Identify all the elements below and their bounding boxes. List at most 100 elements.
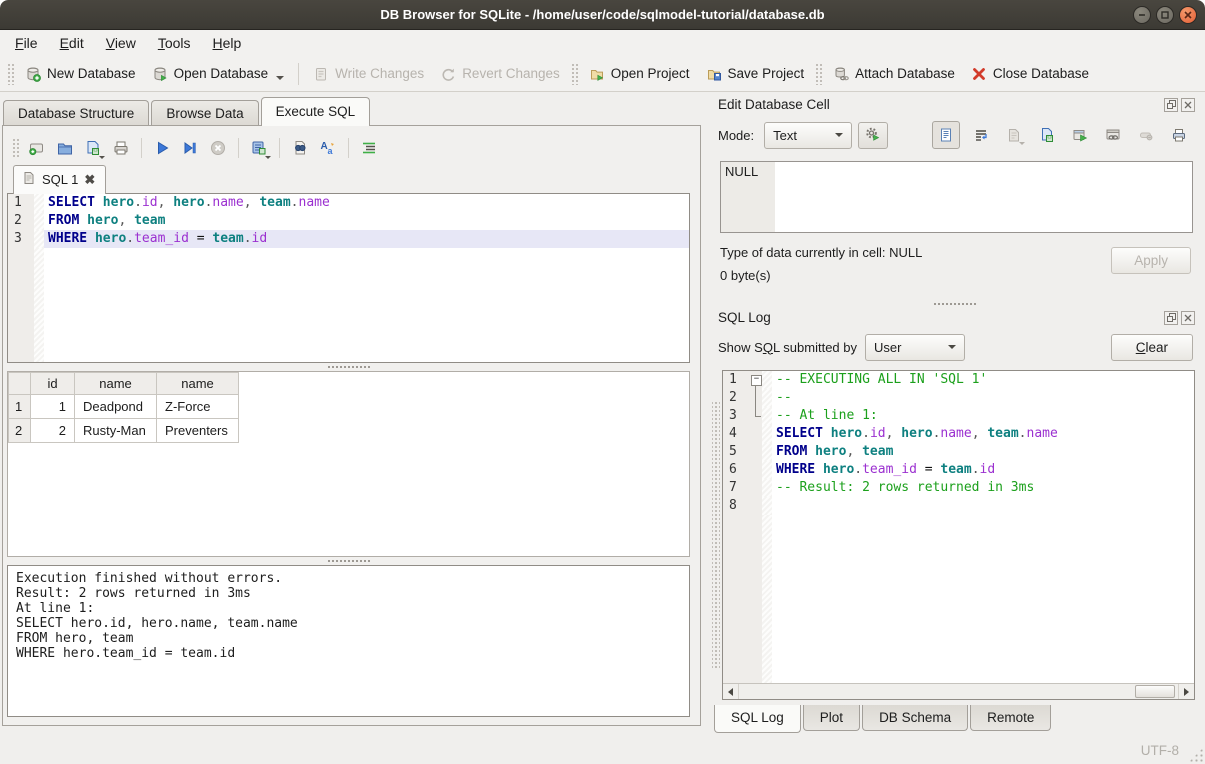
menu-help[interactable]: Help bbox=[202, 32, 253, 54]
fold-marker[interactable] bbox=[749, 425, 762, 443]
cell-team-name[interactable]: Z-Force bbox=[157, 395, 239, 419]
fold-marker[interactable] bbox=[749, 461, 762, 479]
cell-id[interactable]: 1 bbox=[31, 395, 75, 419]
results-column-header[interactable]: name bbox=[75, 373, 157, 395]
print-cell-icon[interactable] bbox=[1167, 123, 1191, 147]
cell-value-editor[interactable]: NULL bbox=[720, 161, 1193, 233]
results-row[interactable]: 1 1 Deadpond Z-Force bbox=[9, 395, 239, 419]
save-file-icon[interactable] bbox=[1035, 123, 1059, 147]
cell-hero-name[interactable]: Rusty-Man bbox=[75, 419, 157, 443]
submitted-by-select[interactable]: User bbox=[865, 334, 965, 361]
mode-select[interactable]: Text bbox=[764, 122, 852, 149]
text-mode-icon[interactable] bbox=[932, 121, 960, 149]
close-panel-icon[interactable] bbox=[1181, 98, 1195, 112]
open-project-button[interactable]: Open Project bbox=[581, 62, 698, 86]
results-log-splitter[interactable] bbox=[7, 557, 690, 565]
write-changes-icon bbox=[313, 66, 329, 82]
clear-button[interactable]: Clear bbox=[1111, 334, 1193, 361]
sql-log-empty-area[interactable] bbox=[723, 515, 1194, 683]
horizontal-scrollbar[interactable] bbox=[723, 683, 1194, 699]
close-button[interactable] bbox=[1179, 6, 1197, 24]
fold-marker[interactable] bbox=[749, 389, 762, 407]
open-database-dropdown-caret[interactable] bbox=[276, 76, 284, 80]
scroll-thumb[interactable] bbox=[1135, 685, 1175, 698]
execution-log[interactable]: Execution finished without errors. Resul… bbox=[7, 565, 690, 717]
find-button[interactable] bbox=[287, 135, 313, 161]
export-dropdown-caret[interactable] bbox=[265, 156, 271, 159]
results-grid[interactable]: id name name 1 1 Deadpond bbox=[7, 371, 690, 557]
fold-marker[interactable] bbox=[749, 443, 762, 461]
cell-id[interactable]: 2 bbox=[31, 419, 75, 443]
tab-remote[interactable]: Remote bbox=[970, 705, 1051, 731]
menu-tools[interactable]: Tools bbox=[147, 32, 202, 54]
toolbar-drag-handle[interactable] bbox=[12, 138, 19, 158]
save-project-button[interactable]: Save Project bbox=[698, 62, 813, 86]
results-column-header[interactable]: name bbox=[157, 373, 239, 395]
sql-editor-line: 3 WHERE hero.team_id = team.id bbox=[8, 230, 689, 248]
format-sql-button[interactable] bbox=[356, 135, 382, 161]
tab-plot[interactable]: Plot bbox=[803, 705, 860, 731]
menu-view[interactable]: View bbox=[95, 32, 147, 54]
scroll-right-arrow[interactable] bbox=[1178, 684, 1194, 699]
toolbar-drag-handle[interactable] bbox=[7, 63, 14, 85]
scroll-track[interactable] bbox=[739, 684, 1178, 699]
results-header-row: id name name bbox=[9, 373, 239, 395]
tab-sql-log[interactable]: SQL Log bbox=[714, 705, 801, 733]
close-panel-icon[interactable] bbox=[1181, 311, 1195, 325]
menu-file[interactable]: File bbox=[4, 32, 49, 54]
attach-database-button[interactable]: Attach Database bbox=[825, 62, 963, 86]
open-database-button[interactable]: Open Database bbox=[144, 62, 293, 86]
sql-file-tab[interactable]: SQL 1 ✖ bbox=[13, 165, 106, 194]
execute-all-button[interactable] bbox=[149, 135, 175, 161]
auto-apply-button[interactable] bbox=[858, 122, 888, 149]
save-dropdown-caret[interactable] bbox=[99, 156, 105, 159]
sql-file-tab-close-icon[interactable]: ✖ bbox=[84, 172, 95, 188]
fold-marker[interactable] bbox=[749, 479, 762, 497]
sql-editor-empty-area[interactable] bbox=[8, 248, 689, 362]
results-corner-header[interactable] bbox=[9, 373, 31, 395]
toolbar-drag-handle[interactable] bbox=[815, 63, 822, 85]
execute-current-line-button[interactable] bbox=[177, 135, 203, 161]
cell-team-name[interactable]: Preventers bbox=[157, 419, 239, 443]
fold-marker[interactable] bbox=[749, 371, 762, 389]
float-panel-icon[interactable] bbox=[1164, 98, 1178, 112]
maximize-button[interactable] bbox=[1156, 6, 1174, 24]
dock-splitter[interactable] bbox=[712, 303, 1197, 305]
new-database-button[interactable]: New Database bbox=[17, 62, 144, 86]
revert-changes-button: Revert Changes bbox=[432, 62, 568, 86]
link-cell-icon[interactable] bbox=[1101, 123, 1125, 147]
float-panel-icon[interactable] bbox=[1164, 311, 1178, 325]
fold-marker[interactable] bbox=[749, 407, 762, 425]
export-results-button[interactable] bbox=[246, 135, 272, 161]
cell-hero-name[interactable]: Deadpond bbox=[75, 395, 157, 419]
export-cell-icon[interactable] bbox=[1068, 123, 1092, 147]
line-number: 5 bbox=[723, 443, 749, 461]
editor-results-splitter[interactable] bbox=[7, 363, 690, 371]
sql-log-line: 4 SELECT hero.id, hero.name, team.name bbox=[723, 425, 1194, 443]
tab-browse-data[interactable]: Browse Data bbox=[151, 100, 258, 126]
results-column-header[interactable]: id bbox=[31, 373, 75, 395]
find-replace-button[interactable]: Aa bbox=[315, 135, 341, 161]
execution-log-line: Execution finished without errors. bbox=[16, 571, 681, 586]
sql-editor[interactable]: 1 SELECT hero.id, hero.name, team.name 2… bbox=[7, 193, 690, 363]
scroll-left-arrow[interactable] bbox=[723, 684, 739, 699]
results-row[interactable]: 2 2 Rusty-Man Preventers bbox=[9, 419, 239, 443]
menu-edit[interactable]: Edit bbox=[49, 32, 95, 54]
tab-db-schema[interactable]: DB Schema bbox=[862, 705, 968, 731]
close-database-button[interactable]: Close Database bbox=[963, 62, 1097, 86]
titlebar[interactable]: DB Browser for SQLite - /home/user/code/… bbox=[0, 0, 1205, 30]
tab-database-structure[interactable]: Database Structure bbox=[3, 100, 149, 126]
dock-drag-handle[interactable] bbox=[712, 400, 720, 670]
tab-execute-sql[interactable]: Execute SQL bbox=[261, 97, 371, 126]
sql-new-tab-button[interactable] bbox=[24, 135, 50, 161]
word-wrap-icon[interactable] bbox=[969, 123, 993, 147]
fold-marker[interactable] bbox=[749, 497, 762, 515]
sql-log-view[interactable]: 1 -- EXECUTING ALL IN 'SQL 1' 2 -- bbox=[722, 370, 1195, 700]
sql-save-file-button[interactable] bbox=[80, 135, 106, 161]
toolbar-drag-handle[interactable] bbox=[571, 63, 578, 85]
sql-log-controls: Show SQL submitted by User Clear bbox=[718, 332, 1195, 362]
sql-print-button[interactable] bbox=[108, 135, 134, 161]
sql-open-file-button[interactable] bbox=[52, 135, 78, 161]
resize-grip[interactable] bbox=[1189, 748, 1203, 762]
minimize-button[interactable] bbox=[1133, 6, 1151, 24]
